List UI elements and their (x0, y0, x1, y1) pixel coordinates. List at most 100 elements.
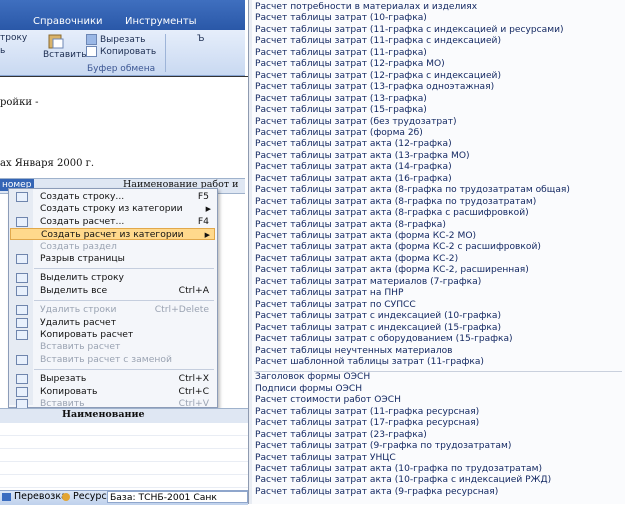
submenu-item[interactable]: Расчет потребности в материалах и издели… (255, 1, 477, 13)
submenu-item[interactable]: Расчет таблицы затрат на ПНР (255, 287, 403, 299)
tab-instrumenty[interactable]: Инструменты (125, 16, 197, 27)
submenu-item[interactable]: Расчет таблицы затрат (13-графка) (255, 93, 427, 105)
context-menu-item-shortcut: Ctrl+X (178, 373, 209, 385)
submenu-item[interactable]: Расчет таблицы затрат акта (16-графка) (255, 173, 452, 185)
cut-icon (16, 374, 28, 385)
bottom-table-body (0, 423, 248, 489)
context-menu-separator (34, 300, 214, 302)
submenu-item[interactable]: Расчет таблицы затрат акта (9-графка рес… (255, 486, 498, 498)
context-menu-item[interactable]: Вставить расчет (10, 341, 215, 353)
context-menu-item[interactable]: Разрыв страницы (10, 253, 215, 265)
context-menu-item[interactable]: Выделить строку (10, 272, 215, 284)
submenu-item[interactable]: Расчет шаблонной таблицы затрат (11-граф… (255, 356, 484, 368)
copy-button[interactable]: Копировать (86, 46, 156, 57)
submenu-item[interactable]: Расчет таблицы затрат с индексацией (15-… (255, 322, 501, 334)
context-menu-item[interactable]: Создать строку из категории ▶ (10, 203, 215, 215)
submenu-item[interactable]: Расчет таблицы затрат по СУПСС (255, 299, 416, 311)
submenu-item[interactable]: Расчет таблицы неучтенных материалов (255, 345, 453, 357)
submenu-item[interactable]: Расчет таблицы затрат (10-графка) (255, 12, 427, 24)
submenu-item[interactable]: Расчет стоимости работ ОЭСН (255, 394, 401, 406)
paste-label: Вставить (43, 50, 87, 60)
context-menu-item-label: Разрыв страницы (40, 253, 125, 264)
status-perevozka[interactable]: Перевозка (14, 491, 67, 503)
context-menu-item[interactable]: Удалить расчет (10, 317, 215, 329)
context-menu-item[interactable]: Выделить все Ctrl+A (10, 285, 215, 297)
context-menu-item[interactable]: Создать расчет из категории ▶ (10, 228, 215, 241)
context-menu-item[interactable]: Вставить расчет с заменой (10, 354, 215, 366)
bottom-column-name[interactable]: Наименование (62, 409, 145, 420)
select-all-icon (16, 285, 28, 296)
context-menu-item-label: Создать строку из категории (40, 203, 183, 215)
submenu-item[interactable]: Расчет таблицы затрат (9-графка по трудо… (255, 440, 511, 452)
submenu-item[interactable]: Расчет таблицы затрат акта (8-графка по … (255, 184, 570, 196)
context-menu-item[interactable]: Создать строку... F5 (10, 191, 215, 203)
context-menu-item[interactable]: Вырезать Ctrl+X (10, 373, 215, 385)
submenu-item[interactable]: Расчет таблицы затрат акта (8-графка) (255, 219, 446, 231)
submenu-item[interactable]: Расчет таблицы затрат акта (форма КС-2 с… (255, 241, 541, 253)
page-break-icon (16, 254, 28, 264)
submenu-item[interactable]: Расчет таблицы затрат (12-графка МО) (255, 58, 445, 70)
submenu-item[interactable]: Расчет таблицы затрат (23-графка) (255, 429, 427, 441)
submenu-item[interactable]: Подписи формы ОЭСН (255, 383, 362, 395)
submenu-item[interactable]: Расчет таблицы затрат акта (12-графка) (255, 138, 452, 150)
context-menu-item-label: Вставить расчет (40, 341, 121, 353)
delete-rows-icon (16, 305, 28, 316)
submenu-item[interactable]: Расчет таблицы затрат (11-графка) (255, 47, 427, 59)
context-menu-item[interactable]: Создать раздел (10, 241, 215, 253)
context-menu-item-label: Выделить все (40, 284, 108, 296)
context-menu-separator (34, 268, 214, 270)
context-menu-item-label: Создать строку... (40, 191, 125, 202)
submenu-item[interactable]: Расчет таблицы затрат (без трудозатрат) (255, 116, 457, 128)
submenu-item[interactable]: Расчет таблицы затрат УНЦС (255, 452, 396, 464)
clipboard-group-label: Буфер обмена (87, 64, 156, 74)
create-row-button[interactable]: троку (0, 33, 27, 43)
format-label: Ъ (197, 34, 205, 44)
copy-icon (16, 386, 28, 397)
context-menu-item[interactable]: Удалить строки Ctrl+Delete (10, 304, 215, 316)
submenu-item[interactable]: Расчет таблицы затрат с оборудованием (1… (255, 333, 513, 345)
truck-icon (2, 493, 11, 501)
submenu-item[interactable]: Расчет таблицы затрат акта (10-графка с … (255, 474, 551, 486)
copy-calc-icon (16, 330, 28, 340)
copy-icon (86, 46, 97, 57)
context-menu-item-label: Копировать (40, 385, 98, 397)
paste-button[interactable]: Вставить (43, 50, 87, 60)
submenu-item[interactable]: Расчет таблицы затрат материалов (7-граф… (255, 276, 481, 288)
ribbon-left-fragment-label: ь (0, 46, 6, 56)
submenu-item[interactable]: Расчет таблицы затрат (12-графка с индек… (255, 70, 501, 82)
context-menu-item[interactable]: Копировать расчет (10, 329, 215, 341)
submenu-item[interactable]: Расчет таблицы затрат акта (10-графка по… (255, 463, 542, 475)
scissors-icon (86, 34, 97, 45)
submenu-item[interactable]: Расчет таблицы затрат акта (форма КС-2) (255, 253, 458, 265)
ribbon-divider (165, 34, 166, 72)
context-menu-item-label: Вставить расчет с заменой (40, 353, 172, 365)
ribbon-left-fragment: ь (0, 46, 5, 56)
tab-spravochniki[interactable]: Справочники (33, 16, 103, 27)
context-menu-item[interactable]: Создать расчет... F4 (10, 216, 215, 228)
submenu-item[interactable]: Расчет таблицы затрат (11-графка с индек… (255, 24, 564, 36)
resources-icon (62, 493, 70, 501)
submenu-item[interactable]: Расчет таблицы затрат акта (форма КС-2 М… (255, 230, 476, 242)
submenu-item[interactable]: Расчет таблицы затрат акта (8-графка с р… (255, 207, 529, 219)
submenu-item[interactable]: Расчет таблицы затрат (11-графка с индек… (255, 35, 501, 47)
submenu-item[interactable]: Расчет таблицы затрат (форма 2б) (255, 127, 423, 139)
submenu-item[interactable]: Расчет таблицы затрат (13-графка одноэта… (255, 81, 494, 93)
submenu-item[interactable]: Заголовок формы ОЭСН (255, 371, 370, 383)
document-top-line (0, 76, 248, 77)
context-menu-item-shortcut: Ctrl+C (178, 385, 209, 397)
submenu-item[interactable]: Расчет таблицы затрат акта (форма КС-2, … (255, 264, 529, 276)
submenu-item[interactable]: Расчет таблицы затрат (17-графка ресурсн… (255, 417, 479, 429)
cut-button[interactable]: Вырезать (86, 34, 145, 45)
submenu-item[interactable]: Расчет таблицы затрат акта (14-графка) (255, 161, 452, 173)
submenu-item[interactable]: Расчет таблицы затрат акта (8-графка по … (255, 196, 536, 208)
submenu-item[interactable]: Расчет таблицы затрат (15-графка) (255, 104, 427, 116)
submenu-item[interactable]: Расчет таблицы затрат (11-графка ресурсн… (255, 406, 479, 418)
select-row-icon (16, 273, 28, 284)
submenu-item[interactable]: Расчет таблицы затрат с индексацией (10-… (255, 310, 501, 322)
context-menu-item-shortcut: Ctrl+A (178, 284, 209, 296)
context-menu-item-label: Создать раздел (40, 240, 117, 252)
submenu-item[interactable]: Расчет таблицы затрат акта (13-графка МО… (255, 150, 470, 162)
context-menu-item[interactable]: Копировать Ctrl+C (10, 386, 215, 398)
format-button[interactable]: Ъ (197, 34, 205, 44)
document-date-fragment: ах Января 2000 г. (0, 158, 95, 169)
